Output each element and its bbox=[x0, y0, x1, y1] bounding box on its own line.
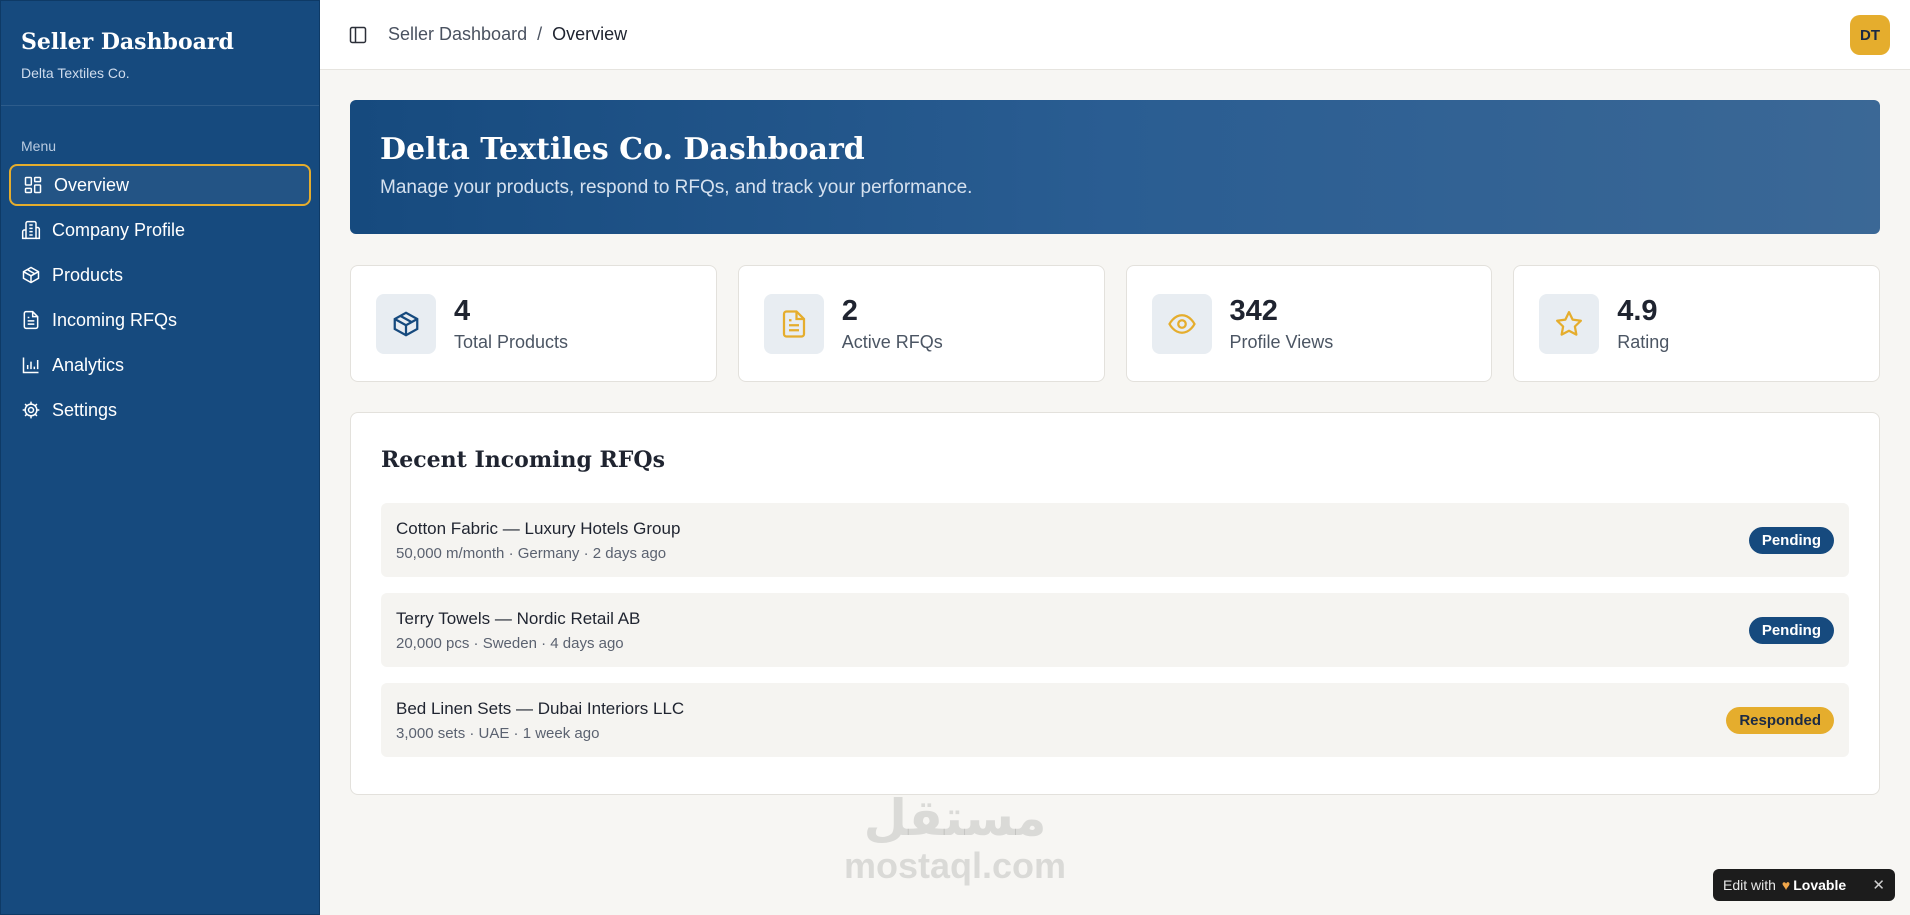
sidebar-nav: Overview Company Profile Products Incomi… bbox=[1, 164, 319, 431]
sidebar-item-label: Products bbox=[52, 264, 124, 285]
sidebar-title: Seller Dashboard bbox=[21, 29, 234, 55]
eye-icon bbox=[1151, 293, 1212, 354]
stat-value: 342 bbox=[1229, 294, 1278, 327]
stat-value: 4.9 bbox=[1617, 294, 1658, 327]
package-icon bbox=[376, 293, 436, 354]
breadcrumb-separator: / bbox=[537, 24, 543, 44]
stat-card-total-products: 4 Total Products bbox=[350, 265, 717, 382]
hero-banner: Delta Textiles Co. Dashboard Manage your… bbox=[350, 100, 1880, 234]
sidebar-item-label: Overview bbox=[54, 174, 130, 195]
stat-label: Total Products bbox=[454, 331, 569, 352]
sidebar-item-label: Analytics bbox=[52, 354, 125, 375]
section-title: Recent Incoming RFQs bbox=[381, 447, 665, 473]
close-icon[interactable]: ✕ bbox=[1872, 876, 1885, 894]
breadcrumb-current: Overview bbox=[552, 24, 628, 44]
gear-icon bbox=[21, 400, 41, 420]
sidebar: Seller Dashboard Delta Textiles Co. Menu… bbox=[0, 0, 320, 915]
stat-label: Rating bbox=[1617, 331, 1670, 352]
list-item[interactable]: Bed Linen Sets — Dubai Interiors LLC 3,0… bbox=[381, 683, 1849, 757]
status-badge: Pending bbox=[1748, 526, 1834, 554]
page-title: Delta Textiles Co. Dashboard bbox=[380, 132, 865, 167]
avatar[interactable]: DT bbox=[1850, 15, 1890, 55]
status-badge: Pending bbox=[1748, 616, 1834, 644]
sidebar-subtitle: Delta Textiles Co. bbox=[21, 65, 130, 81]
building-icon bbox=[21, 220, 41, 240]
sidebar-item-products[interactable]: Products bbox=[9, 254, 311, 296]
page-subtitle: Manage your products, respond to RFQs, a… bbox=[380, 177, 973, 198]
recent-rfqs-card: Recent Incoming RFQs Cotton Fabric — Lux… bbox=[350, 412, 1880, 795]
rfq-meta: 3,000 sets · UAE · 1 week ago bbox=[396, 724, 600, 742]
sidebar-item-label: Company Profile bbox=[52, 219, 186, 240]
sidebar-item-label: Incoming RFQs bbox=[52, 309, 178, 330]
list-item[interactable]: Cotton Fabric — Luxury Hotels Group 50,0… bbox=[381, 503, 1849, 577]
file-text-icon bbox=[763, 293, 824, 354]
stat-card-profile-views: 342 Profile Views bbox=[1125, 265, 1493, 382]
sidebar-item-analytics[interactable]: Analytics bbox=[9, 344, 311, 386]
sidebar-item-overview[interactable]: Overview bbox=[9, 164, 311, 206]
stat-card-rating: 4.9 Rating bbox=[1513, 265, 1880, 382]
stat-label: Profile Views bbox=[1229, 331, 1334, 352]
file-text-icon bbox=[21, 310, 41, 330]
sidebar-item-incoming-rfqs[interactable]: Incoming RFQs bbox=[9, 299, 311, 341]
package-icon bbox=[21, 265, 41, 285]
rfq-meta: 50,000 m/month · Germany · 2 days ago bbox=[396, 544, 667, 562]
heart-icon: ♥ bbox=[1781, 877, 1791, 893]
sidebar-toggle-icon[interactable] bbox=[346, 23, 370, 47]
status-badge: Responded bbox=[1726, 706, 1834, 734]
rfq-name: Bed Linen Sets — Dubai Interiors LLC bbox=[396, 698, 685, 718]
sidebar-item-label: Settings bbox=[52, 399, 118, 420]
breadcrumb-root[interactable]: Seller Dashboard bbox=[388, 24, 527, 45]
rfq-name: Terry Towels — Nordic Retail AB bbox=[396, 608, 641, 628]
rfq-meta: 20,000 pcs · Sweden · 4 days ago bbox=[396, 634, 624, 652]
star-icon bbox=[1539, 293, 1600, 354]
sidebar-brand: Seller Dashboard Delta Textiles Co. bbox=[1, 1, 319, 106]
stat-card-active-rfqs: 2 Active RFQs bbox=[737, 265, 1105, 382]
list-item[interactable]: Terry Towels — Nordic Retail AB 20,000 p… bbox=[381, 593, 1849, 667]
menu-label: Menu bbox=[21, 138, 57, 154]
lovable-brand: Lovable bbox=[1793, 877, 1847, 893]
bar-chart-icon bbox=[21, 355, 41, 375]
edit-with-label: Edit with bbox=[1723, 877, 1776, 893]
watermark-arabic: مستقل bbox=[863, 789, 1047, 847]
watermark-latin: mostaql.com bbox=[843, 845, 1067, 886]
stats-row: 4 Total Products 2 Active RFQs 342 Profi… bbox=[350, 265, 1880, 382]
stat-label: Active RFQs bbox=[841, 331, 943, 352]
main-content: Delta Textiles Co. Dashboard Manage your… bbox=[350, 100, 1880, 795]
stat-value: 4 bbox=[454, 294, 471, 327]
breadcrumb: Seller Dashboard / Overview bbox=[388, 24, 627, 45]
sidebar-item-company-profile[interactable]: Company Profile bbox=[9, 209, 311, 251]
sidebar-item-settings[interactable]: Settings bbox=[9, 389, 311, 431]
layout-grid-icon bbox=[23, 175, 43, 195]
top-bar: Seller Dashboard / Overview DT bbox=[320, 0, 1910, 70]
rfq-name: Cotton Fabric — Luxury Hotels Group bbox=[396, 518, 681, 538]
watermark: مستقل mostaql.com bbox=[820, 790, 1090, 886]
rfq-list: Cotton Fabric — Luxury Hotels Group 50,0… bbox=[381, 503, 1849, 757]
edit-with-lovable-badge[interactable]: Edit with ♥ Lovable ✕ bbox=[1713, 869, 1895, 901]
stat-value: 2 bbox=[841, 294, 858, 327]
